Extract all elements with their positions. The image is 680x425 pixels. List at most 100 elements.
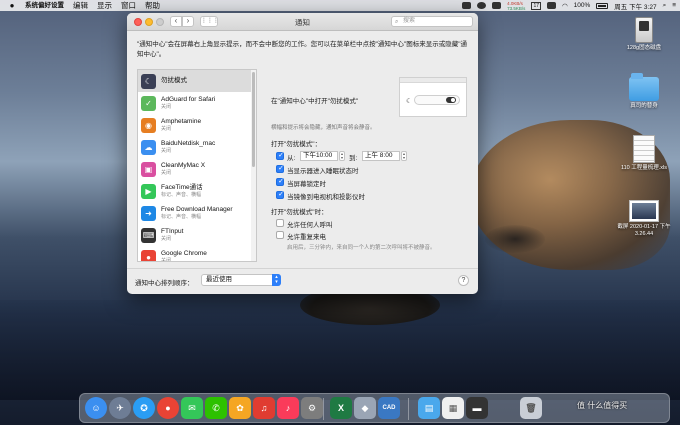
menu-help[interactable]: 帮助	[145, 0, 160, 11]
schedule-checkbox[interactable]	[276, 151, 285, 160]
app-list-item[interactable]: ☾ 勿扰模式	[138, 70, 256, 92]
screen-locked-label: 当屏幕锁定时	[287, 181, 326, 188]
to-time-stepper[interactable]: ▴ ▾	[401, 151, 407, 161]
allow-repeat-label: 允许重复来电	[287, 234, 326, 241]
app-list-item-name: 勿扰模式	[161, 77, 187, 84]
help-button[interactable]: ?	[458, 275, 469, 286]
search-input[interactable]: ⌕ 搜索	[391, 16, 473, 27]
sort-order-select[interactable]: 最近使用 ▴ ▾	[201, 274, 281, 286]
show-all-button[interactable]: ⋮⋮⋮	[200, 16, 219, 27]
title-bar[interactable]: ‹ › ⋮⋮⋮ 通知 ⌕ 搜索	[127, 13, 478, 31]
photos-icon[interactable]: ✿	[229, 397, 251, 419]
search-placeholder: 搜索	[403, 18, 416, 24]
minimize-button[interactable]	[145, 18, 153, 26]
menu-bar: ● 系统偏好设置 编辑 显示 窗口 帮助 4.0KB/s 73.5KB/s 17…	[0, 0, 680, 11]
menu-window[interactable]: 窗口	[121, 0, 136, 11]
tray-app-icon[interactable]	[462, 2, 472, 9]
app-list-item[interactable]: ▣ CleanMyMac X 关闭	[138, 158, 256, 180]
clock[interactable]: 周五 下午 3:27	[614, 1, 656, 11]
app-list-item[interactable]: ◉ Amphetamine 关闭	[138, 114, 256, 136]
chrome-icon[interactable]: ●	[157, 397, 179, 419]
allow-repeat-checkbox[interactable]	[276, 231, 284, 239]
app-list-item[interactable]: ✓ AdGuard for Safari 关闭	[138, 92, 256, 114]
downloads-folder-icon[interactable]: ▤	[418, 397, 440, 419]
battery-percent[interactable]: 100%	[574, 2, 591, 9]
dock-separator	[323, 398, 324, 420]
forward-button[interactable]: ›	[182, 16, 194, 27]
toggle-icon	[446, 97, 456, 103]
desktop-icon-label: 截屏 2020-01-17 下午 3.26.44	[617, 224, 671, 237]
wifi-icon[interactable]: ◠	[562, 2, 568, 10]
scrollbar-thumb[interactable]	[252, 72, 255, 167]
close-button[interactable]	[134, 18, 142, 26]
cad-icon[interactable]: CAD	[378, 397, 400, 419]
while-on-title: 打开"勿扰模式"时：	[271, 209, 328, 216]
notifications-window: ‹ › ⋮⋮⋮ 通知 ⌕ 搜索 "通知中心"会在屏幕右上角显示提示，而不会中断您…	[127, 13, 478, 294]
screenshot-stack-icon[interactable]: ▬	[466, 397, 488, 419]
app-list-item-name: Free Download Manager	[161, 206, 233, 213]
screen-locked-checkbox[interactable]	[276, 177, 285, 186]
launchpad-icon[interactable]: ✈	[109, 397, 131, 419]
menu-edit[interactable]: 编辑	[73, 0, 88, 11]
app-list-item-status: 关闭	[161, 126, 172, 132]
bottom-bar: 通知中心排列顺序： 最近使用 ▴ ▾ ?	[127, 268, 478, 294]
zoom-button[interactable]	[156, 18, 164, 26]
tray-app-icon[interactable]	[477, 2, 487, 9]
moon-icon: ☾	[406, 98, 413, 105]
desktop-icon-disk[interactable]: 128g固态磁盘	[614, 17, 674, 52]
desktop-icon-spreadsheet[interactable]: 110 工程量梳理.xls	[614, 135, 674, 172]
to-time-field[interactable]: 上午 8:00	[362, 151, 400, 161]
allow-calls-label: 允许任何人呼叫	[287, 222, 333, 229]
from-label: 从:	[287, 155, 296, 162]
desktop-icon-folder[interactable]: 真司的替身	[614, 73, 674, 110]
allow-calls-checkbox[interactable]	[276, 219, 284, 227]
document-stack-icon[interactable]: ▦	[442, 397, 464, 419]
from-time-field[interactable]: 下午10:00	[300, 151, 338, 161]
back-button[interactable]: ‹	[170, 16, 182, 27]
apple-menu-icon[interactable]: ●	[7, 1, 17, 10]
app-icon: ✓	[141, 95, 156, 111]
tray-app-icon[interactable]	[547, 2, 556, 9]
app-list-item[interactable]: ⌨ FTInput 关闭	[138, 224, 256, 246]
from-time-stepper[interactable]: ▴ ▾	[339, 151, 345, 161]
music-icon[interactable]: ♪	[277, 397, 299, 419]
trash-icon[interactable]: 🗑	[520, 397, 542, 419]
mirroring-label: 当镜像到电视机和投影仪时	[287, 194, 365, 201]
excel-icon[interactable]: X	[330, 397, 352, 419]
app-list-item-name: Google Chrome	[161, 250, 207, 257]
app-list-item[interactable]: ☁ BaiduNetdisk_mac 关闭	[138, 136, 256, 158]
desktop-icon-screenshot[interactable]: 截屏 2020-01-17 下午 3.26.44	[614, 200, 674, 238]
menu-app-name[interactable]: 系统偏好设置	[25, 2, 64, 10]
app-list-item[interactable]: ● Google Chrome 关闭	[138, 246, 256, 261]
battery-icon[interactable]	[596, 2, 609, 9]
chevron-updown-icon: ▴ ▾	[272, 274, 281, 286]
menu-view[interactable]: 显示	[97, 0, 112, 11]
scrollbar[interactable]	[251, 70, 256, 261]
spreadsheet-icon	[633, 135, 655, 163]
app-list-item-name: Amphetamine	[161, 118, 202, 125]
app-icon: ◉	[141, 117, 156, 133]
wechat-icon[interactable]: ✆	[205, 397, 227, 419]
app-list-item[interactable]: ▶ FaceTime通话 标记、声音、横幅	[138, 180, 256, 202]
tray-app-icon[interactable]	[492, 2, 502, 9]
control-menu-icon[interactable]: ≡	[672, 2, 676, 9]
utility-app-icon[interactable]: ◆	[354, 397, 376, 419]
app-list-item-name: FTInput	[161, 228, 184, 235]
app-list-item[interactable]: ➜ Free Download Manager 标记、声音、横幅	[138, 202, 256, 224]
netease-music-icon[interactable]: ♫	[253, 397, 275, 419]
download-speed: 73.5KB/s	[507, 5, 526, 11]
system-preferences-icon[interactable]: ⚙	[301, 397, 323, 419]
search-icon[interactable]: ⌕	[663, 2, 667, 10]
calendar-icon[interactable]: 17	[531, 1, 541, 10]
app-list[interactable]: ☾ 勿扰模式 ✓ AdGuard for Safari 关闭 ◉ Amphetamine 关闭…	[137, 69, 257, 262]
messages-icon[interactable]: ✉	[181, 397, 203, 419]
desktop-icon-label: 128g固态磁盘	[626, 45, 662, 51]
network-speed[interactable]: 4.0KB/s 73.5KB/s	[507, 1, 525, 11]
desktop-icon-label: 真司的替身	[630, 103, 658, 109]
app-list-item-name: CleanMyMac X	[161, 162, 206, 169]
pane-description: "通知中心"会在屏幕右上角显示提示，而不会中断您的工作。您可以在菜单栏中点按"通…	[137, 41, 468, 58]
safari-icon[interactable]: ✪	[133, 397, 155, 419]
mirroring-checkbox[interactable]	[276, 190, 285, 199]
display-sleep-checkbox[interactable]	[276, 164, 285, 173]
finder-icon[interactable]: ☺	[85, 397, 107, 419]
